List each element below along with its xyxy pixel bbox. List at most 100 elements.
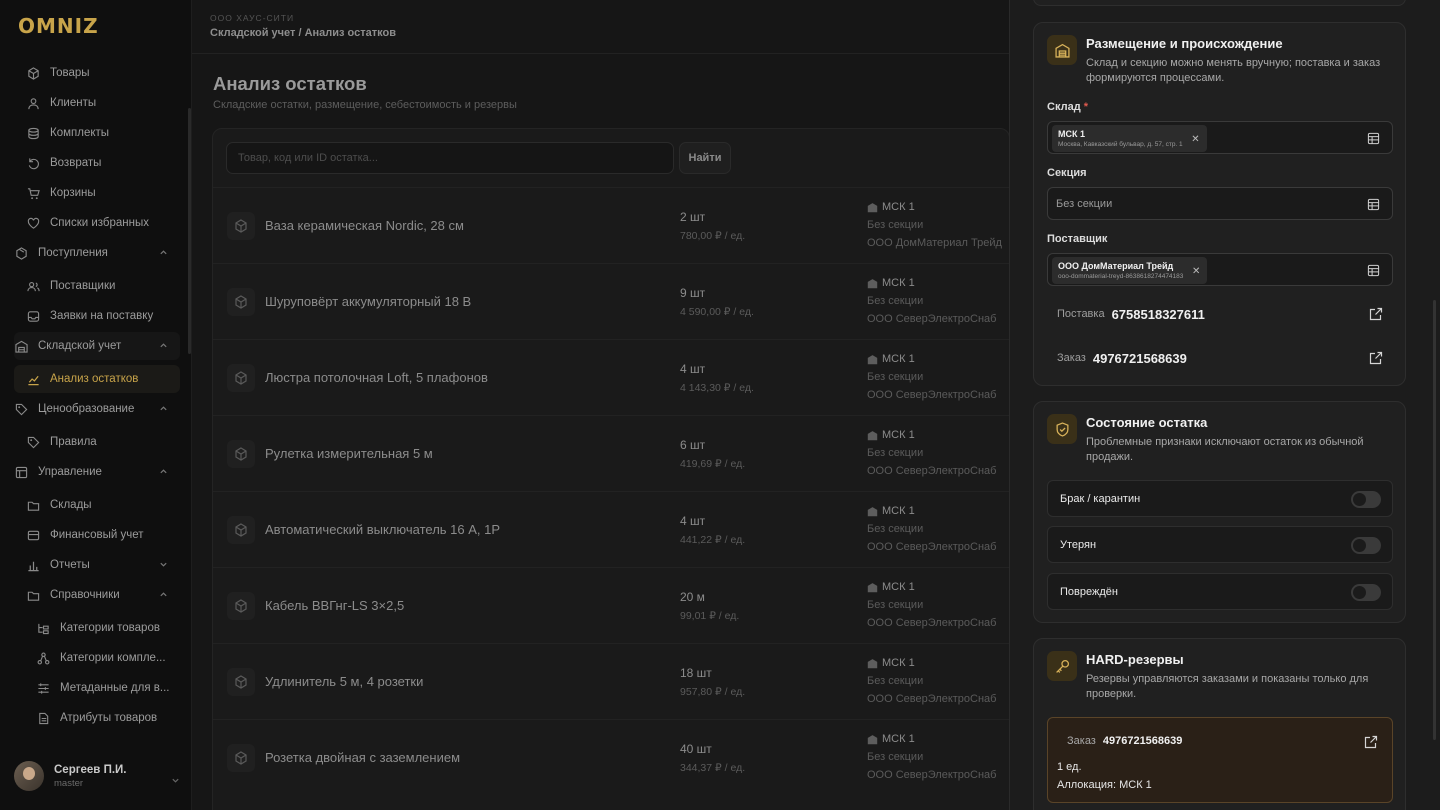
- search-button[interactable]: Найти: [679, 142, 731, 174]
- list-icon: [36, 681, 50, 695]
- table-row[interactable]: Автоматический выключатель 16 А, 1P 4 шт 4…: [213, 491, 1009, 567]
- table-row[interactable]: Шуруповёрт аккумуляторный 18 В 9 шт 4 590,…: [213, 263, 1009, 339]
- sidebar-item-label: Категории компле...: [60, 652, 166, 664]
- row-section: Без секции: [867, 219, 924, 231]
- sidebar-group-management[interactable]: Управление: [14, 458, 180, 486]
- product-name: Розетка двойная с заземлением: [265, 750, 461, 765]
- bar-chart-icon: [26, 558, 40, 572]
- sidebar-item-label: Справочники: [50, 589, 120, 601]
- sidebar-item-label: Отчеты: [50, 559, 90, 571]
- sidebar-item-carts[interactable]: Корзины: [14, 179, 180, 207]
- product-name: Автоматический выключатель 16 А, 1P: [265, 522, 501, 537]
- sidebar-item-product-categories[interactable]: Категории товаров: [14, 614, 180, 642]
- sidebar-item-label: Возвраты: [50, 157, 102, 169]
- table-icon[interactable]: [1367, 264, 1380, 282]
- folder-icon: [26, 498, 40, 512]
- cube-icon: [227, 212, 255, 240]
- table-icon[interactable]: [1367, 198, 1380, 216]
- sidebar-group-warehouse[interactable]: Складской учет: [14, 332, 180, 360]
- sidebar-item-kit-categories[interactable]: Категории компле...: [14, 644, 180, 672]
- toggle-row-damaged: Повреждён: [1047, 573, 1393, 610]
- row-supplier: ООО СеверЭлектроСнаб: [867, 541, 997, 553]
- external-link-icon[interactable]: [1369, 307, 1383, 326]
- warehouse-icon: [1047, 35, 1077, 65]
- defect-toggle[interactable]: [1351, 491, 1381, 508]
- unit-price: 99,01 ₽ / ед.: [680, 610, 740, 622]
- user-name: Сергеев П.И.: [54, 763, 127, 776]
- sidebar-item-clients[interactable]: Клиенты: [14, 89, 180, 117]
- row-warehouse: МСК 1: [867, 657, 915, 669]
- cube-icon: [227, 516, 255, 544]
- sidebar-group-receipts[interactable]: Поступления: [14, 239, 180, 267]
- reserve-item: Заказ 4976721568639 1 ед. Аллокация: МСК …: [1047, 717, 1393, 803]
- sidebar-scrollbar[interactable]: [188, 108, 191, 354]
- user-menu[interactable]: Сергеев П.И. master: [14, 758, 184, 794]
- warehouse-icon: [867, 506, 878, 517]
- cart-icon: [26, 186, 40, 200]
- search-input[interactable]: Товар, код или ID остатка...: [226, 142, 674, 174]
- table-icon[interactable]: [1367, 132, 1380, 150]
- sidebar: OMNIZ Товары Клиенты Комплекты Возвраты …: [0, 0, 192, 810]
- supplier-select[interactable]: ООО ДомМатериал Трейд ooo-dommaterial-tr…: [1047, 253, 1393, 286]
- drawer-scrollbar[interactable]: [1433, 300, 1436, 740]
- close-icon[interactable]: ✕: [1192, 266, 1200, 277]
- warehouse-icon: [14, 339, 28, 353]
- toggle-label: Брак / карантин: [1060, 493, 1141, 505]
- person-icon: [26, 96, 40, 110]
- warehouse-name: МСК 1: [882, 201, 915, 213]
- sidebar-item-warehouses[interactable]: Склады: [14, 491, 180, 519]
- external-link-icon[interactable]: [1364, 735, 1378, 754]
- table-row[interactable]: Кабель ВВГнг-LS 3×2,5 20 м 99,01 ₽ / ед. МС…: [213, 567, 1009, 643]
- cube-icon: [227, 440, 255, 468]
- sidebar-item-supply-requests[interactable]: Заявки на поставку: [14, 302, 180, 330]
- sidebar-item-label: Поставщики: [50, 280, 116, 292]
- sidebar-group-pricing[interactable]: Ценообразование: [14, 395, 180, 423]
- main-content: ООО ХАУС-СИТИ Складской учет / Анализ ос…: [192, 0, 1010, 810]
- external-link-icon[interactable]: [1369, 351, 1383, 370]
- breadcrumb[interactable]: Складской учет / Анализ остатков: [210, 27, 396, 39]
- chevron-down-icon: [171, 772, 180, 790]
- return-icon: [26, 156, 40, 170]
- warehouse-name: МСК 1: [882, 505, 915, 517]
- sidebar-item-label: Склады: [50, 499, 92, 511]
- unit-price: 4 143,30 ₽ / ед.: [680, 382, 754, 394]
- state-desc: Проблемные признаки исключают остаток из…: [1086, 436, 1364, 463]
- lost-toggle[interactable]: [1351, 537, 1381, 554]
- sidebar-item-products[interactable]: Товары: [14, 59, 180, 87]
- sidebar-item-label: Ценообразование: [38, 403, 135, 415]
- warehouse-label-text: Склад: [1047, 101, 1081, 113]
- sidebar-item-suppliers[interactable]: Поставщики: [14, 272, 180, 300]
- table-row[interactable]: Рулетка измерительная 5 м 6 шт 419,69 ₽ / …: [213, 415, 1009, 491]
- logo[interactable]: OMNIZ: [18, 14, 99, 38]
- sidebar-item-product-attributes[interactable]: Атрибуты товаров: [14, 704, 180, 732]
- close-icon[interactable]: ✕: [1191, 134, 1199, 145]
- chevron-up-icon: [159, 248, 168, 260]
- table-row[interactable]: Люстра потолочная Loft, 5 плафонов 4 шт 4 …: [213, 339, 1009, 415]
- sidebar-item-references[interactable]: Справочники: [14, 581, 180, 609]
- sidebar-item-wishlists[interactable]: Списки избранных: [14, 209, 180, 237]
- section-select[interactable]: Без секции: [1047, 187, 1393, 220]
- sidebar-item-metadata[interactable]: Метаданные для в...: [14, 674, 180, 702]
- placement-title: Размещение и происхождение: [1086, 36, 1283, 51]
- damaged-toggle[interactable]: [1351, 584, 1381, 601]
- row-supplier: ООО СеверЭлектроСнаб: [867, 693, 997, 705]
- sidebar-item-stock-analysis[interactable]: Анализ остатков: [14, 365, 180, 393]
- table-row[interactable]: Удлинитель 5 м, 4 розетки 18 шт 957,80 ₽ /…: [213, 643, 1009, 719]
- warehouse-select[interactable]: МСК 1 Москва, Кавказский бульвар, д. 57,…: [1047, 121, 1393, 154]
- stock-table: Товар, код или ID остатка... Найти Ваза …: [212, 128, 1010, 810]
- warehouse-label: Склад *: [1047, 101, 1088, 113]
- warehouse-icon: [867, 202, 878, 213]
- warehouse-icon: [867, 734, 878, 745]
- page-title: Анализ остатков: [213, 73, 367, 94]
- sidebar-item-returns[interactable]: Возвраты: [14, 149, 180, 177]
- sidebar-item-kits[interactable]: Комплекты: [14, 119, 180, 147]
- table-row[interactable]: Розетка двойная с заземлением 40 шт 344,37…: [213, 719, 1009, 795]
- sidebar-item-reports[interactable]: Отчеты: [14, 551, 180, 579]
- warehouse-icon: [867, 430, 878, 441]
- sidebar-item-rules[interactable]: Правила: [14, 428, 180, 456]
- chevron-up-icon: [159, 590, 168, 602]
- warehouse-icon: [867, 658, 878, 669]
- sidebar-item-finance[interactable]: Финансовый учет: [14, 521, 180, 549]
- table-row[interactable]: Ваза керамическая Nordic, 28 см 2 шт 780,0…: [213, 187, 1009, 263]
- order-label: Заказ: [1057, 352, 1086, 364]
